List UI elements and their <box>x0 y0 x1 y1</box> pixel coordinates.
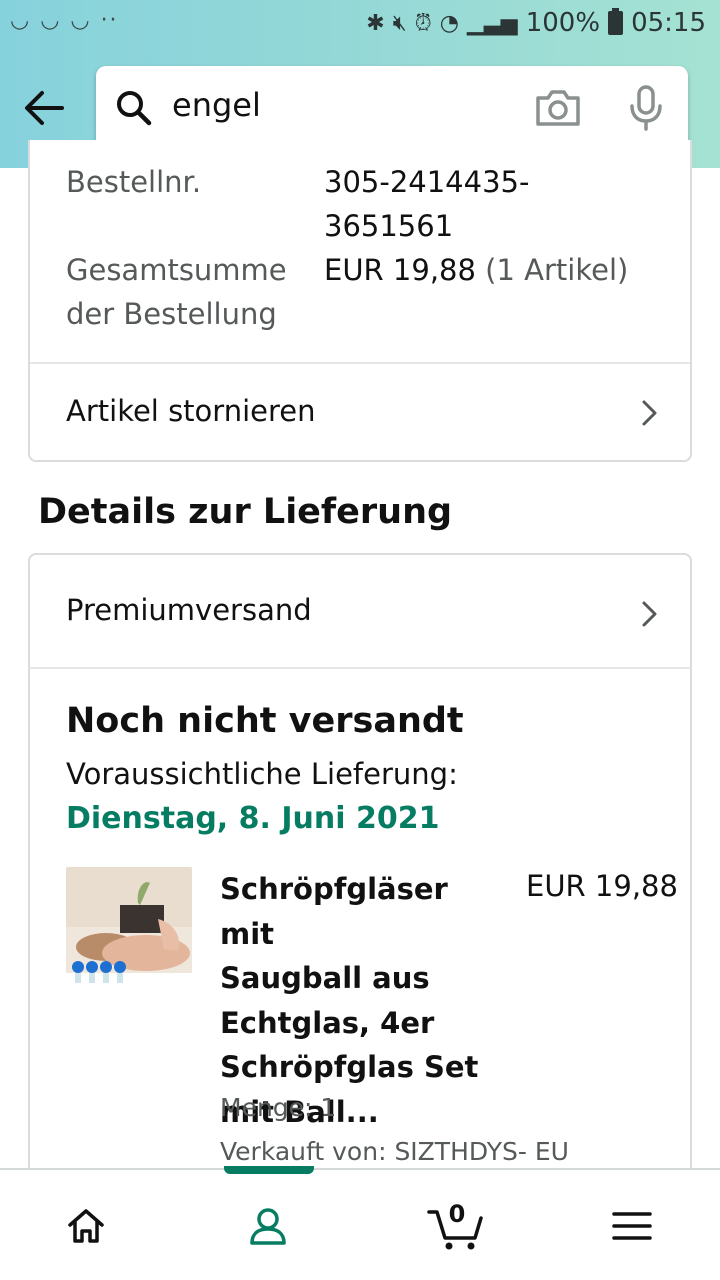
bluetooth-icon: ✱ <box>366 10 385 36</box>
product-seller: Verkauft von: SIZTHDYS- EU <box>220 1137 569 1166</box>
home-icon <box>68 1209 104 1243</box>
back-button[interactable] <box>18 82 70 134</box>
cancel-items-label: Artikel stornieren <box>66 394 316 428</box>
order-total-amount: EUR 19,88 <box>324 253 476 287</box>
bottom-navigation: 0 <box>0 1166 720 1280</box>
cart-count-badge: 0 <box>448 1200 466 1228</box>
shipping-method-label: Premiumversand <box>66 593 312 627</box>
camera-icon[interactable] <box>534 86 582 130</box>
product-title-line: Schröpfglas Set <box>220 1050 479 1084</box>
arrow-left-icon <box>25 91 64 125</box>
status-indicators: ✱ 🔇︎ ⏰︎ ◔ ▁▃▅ 100% 05:15 <box>366 8 706 38</box>
order-number-line2: 3651561 <box>324 209 454 243</box>
product-title-line: Saugball aus <box>220 961 430 995</box>
product-title-line: Schröpfgläser mit <box>220 872 448 951</box>
mute-icon: 🔇︎ <box>392 10 407 36</box>
section-title: Details zur Lieferung <box>38 492 453 532</box>
product-image[interactable] <box>66 867 192 993</box>
product-photo-icon <box>66 867 192 993</box>
expected-delivery-date[interactable]: Dienstag, 8. Juni 2021 <box>66 801 439 836</box>
clock: 05:15 <box>631 8 706 38</box>
shipment-status: Noch nicht versandt <box>66 701 464 741</box>
order-summary-card: Bestellnr. 305-2414435- 3651561 Gesamtsu… <box>28 140 692 462</box>
order-total-label-line2: der Bestellung <box>66 297 277 331</box>
chevron-right-icon <box>642 400 657 426</box>
product-title-line: Echtglas, 4er <box>220 1005 435 1040</box>
nav-home[interactable] <box>26 1170 146 1280</box>
order-total-label-line1: Gesamtsumme <box>66 253 287 287</box>
expected-delivery-label: Voraussichtliche Lieferung: <box>66 757 458 791</box>
menu-icon <box>612 1212 652 1240</box>
order-number-line1: 305-2414435- <box>324 165 530 199</box>
shipment-card: Premiumversand Noch nicht versandt Vorau… <box>28 553 692 1193</box>
product-price: EUR 19,88 <box>526 869 678 903</box>
alarm-icon: ⏰︎ <box>414 10 432 36</box>
nav-menu[interactable] <box>572 1170 692 1280</box>
account-icon <box>250 1208 286 1245</box>
battery-icon <box>608 8 624 35</box>
search-input[interactable]: engel <box>172 86 261 124</box>
signal-icon: ▁▃▅ <box>466 10 518 36</box>
order-item-count: (1 Artikel) <box>485 253 629 287</box>
search-bar[interactable]: engel <box>96 66 688 150</box>
order-total-value: EUR 19,88 (1 Artikel) <box>324 248 628 292</box>
product-quantity: Menge: 1 <box>220 1093 337 1122</box>
battery-percent: 100% <box>525 8 601 38</box>
chevron-right-icon <box>642 601 657 627</box>
nav-account[interactable] <box>208 1170 328 1280</box>
search-icon <box>117 91 152 126</box>
notification-icons: ◡ ◡ ◡ ·· <box>10 8 119 33</box>
mic-icon[interactable] <box>626 84 666 132</box>
divider <box>30 667 690 669</box>
cancel-items-row[interactable]: Artikel stornieren <box>30 364 690 460</box>
status-bar: ◡ ◡ ◡ ·· ✱ 🔇︎ ⏰︎ ◔ ▁▃▅ 100% 05:15 <box>0 0 720 52</box>
wifi-icon: ◔ <box>439 10 459 36</box>
shipping-method-row[interactable]: Premiumversand <box>30 555 690 667</box>
order-number-label: Bestellnr. <box>66 165 202 199</box>
